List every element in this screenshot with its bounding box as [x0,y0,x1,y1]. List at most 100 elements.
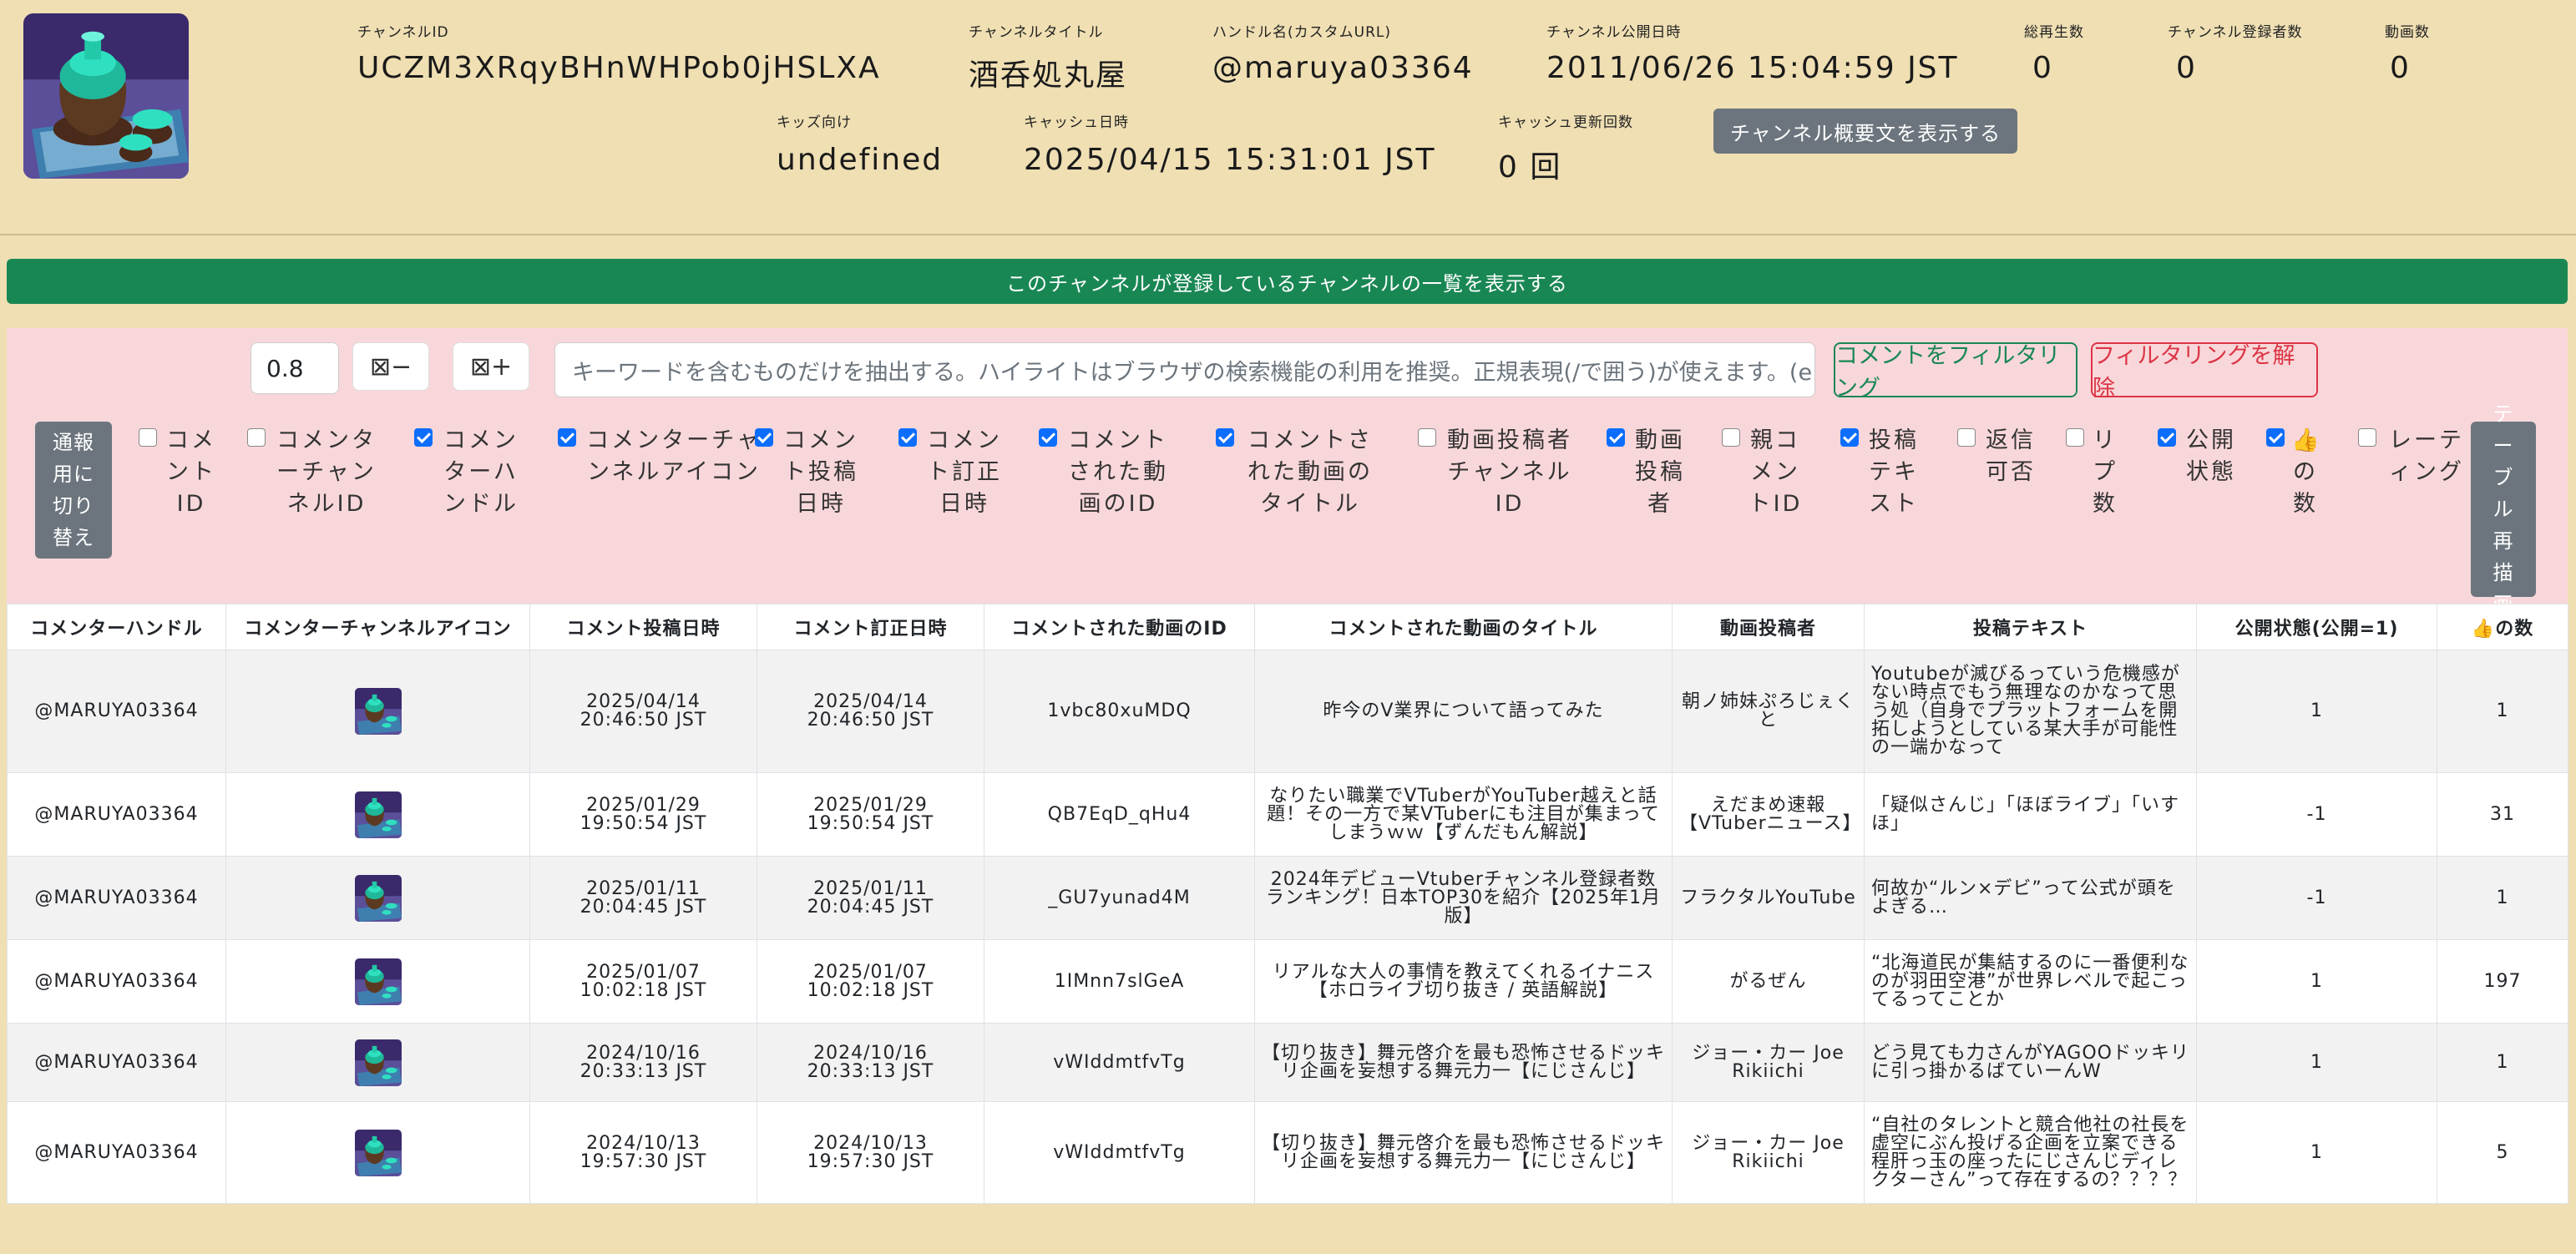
column-toggle-uploader-channel-id[interactable]: 動画投稿者チャンネルID [1418,425,1576,520]
commenter-avatar-icon[interactable] [354,688,402,735]
cell-uploader[interactable]: がるぜん [1672,939,1865,1024]
cell-uploader[interactable]: ジョー・カー Joe Rikiichi [1672,1023,1865,1102]
cell-video-id[interactable]: vWIddmtfvTg [984,1023,1255,1102]
commenter-avatar-icon[interactable] [354,1039,402,1086]
column-checkbox[interactable] [2158,428,2176,447]
column-checkbox[interactable] [558,428,576,447]
column-toggle-rating[interactable]: レーティング [2358,425,2470,488]
commenter-avatar-icon[interactable] [354,1129,402,1176]
column-checkbox[interactable] [1722,428,1740,447]
cache-count-label: キャッシュ更新回数 [1498,114,1633,131]
column-toggle-post-text[interactable]: 投稿テキスト [1840,425,1922,520]
header-uploader[interactable]: 動画投稿者 [1672,604,1865,650]
cell-commenter-handle[interactable]: @MARUYA03364 [7,939,226,1024]
cell-video-title[interactable]: 【切り抜き】舞元啓介を最も恐怖させるドッキリ企画を妄想する舞元力一【にじさんじ】 [1254,1101,1673,1204]
keyword-input[interactable]: キーワードを含むものだけを抽出する。ハイライトはブラウザの検索機能の利用を推奨。… [554,342,1815,397]
channel-header: チャンネルID UCZM3XRqyBHnWHPob0jHSLXA チャンネルタイ… [0,0,2576,235]
header-video-id[interactable]: コメントされた動画のID [984,604,1255,650]
column-toggle-like-count[interactable]: 👍の数 [2266,425,2320,520]
cell-video-id[interactable]: 1vbc80xuMDQ [984,650,1255,773]
header-video-title[interactable]: コメントされた動画のタイトル [1254,604,1673,650]
cell-commenter-icon[interactable] [225,1101,530,1204]
cell-video-title[interactable]: リアルな大人の事情を教えてくれるイナニス【ホロライブ切り抜き / 英語解説】 [1254,939,1673,1024]
column-checkbox[interactable] [2066,428,2084,447]
column-checkbox[interactable] [1840,428,1859,447]
increment-button[interactable]: ⊠+ [453,342,529,391]
cell-commenter-handle[interactable]: @MARUYA03364 [7,1101,226,1204]
column-checkbox[interactable] [414,428,433,447]
cell-uploader[interactable]: フラクタルYouTube [1672,856,1865,940]
report-mode-toggle-button[interactable]: 通報用に切り替え [35,422,112,559]
column-checkbox[interactable] [1039,428,1057,447]
redraw-table-button[interactable]: テーブル再描画 [2471,402,2536,616]
column-toggle-comment-id[interactable]: コメントID [139,425,219,520]
commenter-avatar-icon[interactable] [354,791,402,838]
header-comment-posted[interactable]: コメント投稿日時 [529,604,757,650]
cell-visibility: 1 [2196,939,2437,1024]
cell-commenter-handle[interactable]: @MARUYA03364 [7,1023,226,1102]
column-checkbox[interactable] [2266,428,2285,447]
channel-id-label: チャンネルID [357,24,449,41]
cell-uploader[interactable]: えだまめ速報【VTuberニュース】 [1672,772,1865,857]
cell-commenter-icon[interactable] [225,939,530,1024]
column-checkbox[interactable] [1607,428,1625,447]
column-label: コメント訂正日時 [927,427,1002,517]
column-toggle-uploader[interactable]: 動画投稿者 [1607,425,1688,520]
column-toggle-comment-edited[interactable]: コメント訂正日時 [898,425,1005,520]
show-subscriptions-button[interactable]: このチャンネルが登録しているチャンネルの一覧を表示する [7,259,2568,304]
column-checkbox[interactable] [2358,428,2376,447]
cell-uploader[interactable]: ジョー・カー Joe Rikiichi [1672,1101,1865,1204]
cell-commenter-icon[interactable] [225,856,530,940]
header-comment-edited[interactable]: コメント訂正日時 [757,604,984,650]
column-toggle-comment-posted[interactable]: コメント投稿日時 [755,425,862,520]
column-toggle-reply-allowed[interactable]: 返信可否 [1957,425,2039,488]
column-checkbox[interactable] [755,428,773,447]
cell-comment-edited: 2025/04/14 20:46:50 JST [757,650,984,773]
column-checkbox[interactable] [139,428,157,447]
cell-video-title[interactable]: 【切り抜き】舞元啓介を最も恐怖させるドッキリ企画を妄想する舞元力一【にじさんじ】 [1254,1023,1673,1102]
cell-commenter-icon[interactable] [225,1023,530,1102]
column-checkbox[interactable] [898,428,917,447]
cell-video-id[interactable]: 1IMnn7slGeA [984,939,1255,1024]
column-toggle-commenter-channel-id[interactable]: コメンターチャンネルID [247,425,381,520]
cell-video-id[interactable]: vWIddmtfvTg [984,1101,1255,1204]
header-post-text[interactable]: 投稿テキスト [1864,604,2197,650]
cell-commenter-handle[interactable]: @MARUYA03364 [7,856,226,940]
clear-filter-button[interactable]: フィルタリングを解除 [2091,342,2318,402]
filter-comments-button[interactable]: コメントをフィルタリング [1834,342,2078,402]
header-commenter-handle[interactable]: コメンターハンドル [7,604,226,650]
cell-video-title[interactable]: 昨今のV業界について語ってみた [1254,650,1673,773]
cell-video-id[interactable]: _GU7yunad4M [984,856,1255,940]
cell-video-id[interactable]: QB7EqD_qHu4 [984,772,1255,857]
cell-commenter-icon[interactable] [225,772,530,857]
cell-uploader[interactable]: 朝ノ姉妹ぷろじぇくと [1672,650,1865,773]
decrement-button[interactable]: ⊠− [352,342,429,391]
column-checkbox[interactable] [1957,428,1976,447]
cell-video-title[interactable]: なりたい職業でVTuberがYouTuber越えと話題！その一方で某VTuber… [1254,772,1673,857]
commenter-avatar-icon[interactable] [354,874,402,922]
cell-video-title[interactable]: 2024年デビューVtuberチャンネル登録者数ランキング！日本TOP30を紹介… [1254,856,1673,940]
header-commenter-icon[interactable]: コメンターチャンネルアイコン [225,604,530,650]
cell-commenter-handle[interactable]: @MARUYA03364 [7,650,226,773]
header-like-count[interactable]: 👍の数 [2437,604,2568,650]
column-toggle-parent-comment-id[interactable]: 親コメントID [1722,425,1804,520]
header-visibility[interactable]: 公開状態(公開=1) [2196,604,2437,650]
cell-post-text: Youtubeが滅びるっていう危機感がない時点でもう無理なのかなって思う処（自身… [1864,650,2197,773]
column-toggle-commenter-handle[interactable]: コメンターハンドル [414,425,523,520]
cell-commenter-icon[interactable] [225,650,530,773]
column-toggle-reply-count[interactable]: リプ数 [2066,425,2119,520]
threshold-input[interactable]: 0.8 [251,342,339,394]
cell-commenter-handle[interactable]: @MARUYA03364 [7,772,226,857]
cell-like-count: 197 [2437,939,2568,1024]
column-checkbox[interactable] [1216,428,1234,447]
commenter-avatar-icon[interactable] [354,958,402,1005]
show-description-button[interactable]: チャンネル概要文を表示する [1713,109,2017,154]
column-toggle-video-id[interactable]: コメントされた動画のID [1039,425,1172,520]
column-toggle-video-title[interactable]: コメントされた動画のタイトル [1216,425,1379,520]
channel-title-value: 酒呑処丸屋 [969,58,1128,93]
column-toggle-visibility[interactable]: 公開状態 [2158,425,2239,488]
column-checkbox[interactable] [1418,428,1436,447]
column-toggle-commenter-icon[interactable]: コメンターチャンネルアイコン [558,425,765,488]
column-checkbox[interactable] [247,428,266,447]
cell-visibility: 1 [2196,650,2437,773]
